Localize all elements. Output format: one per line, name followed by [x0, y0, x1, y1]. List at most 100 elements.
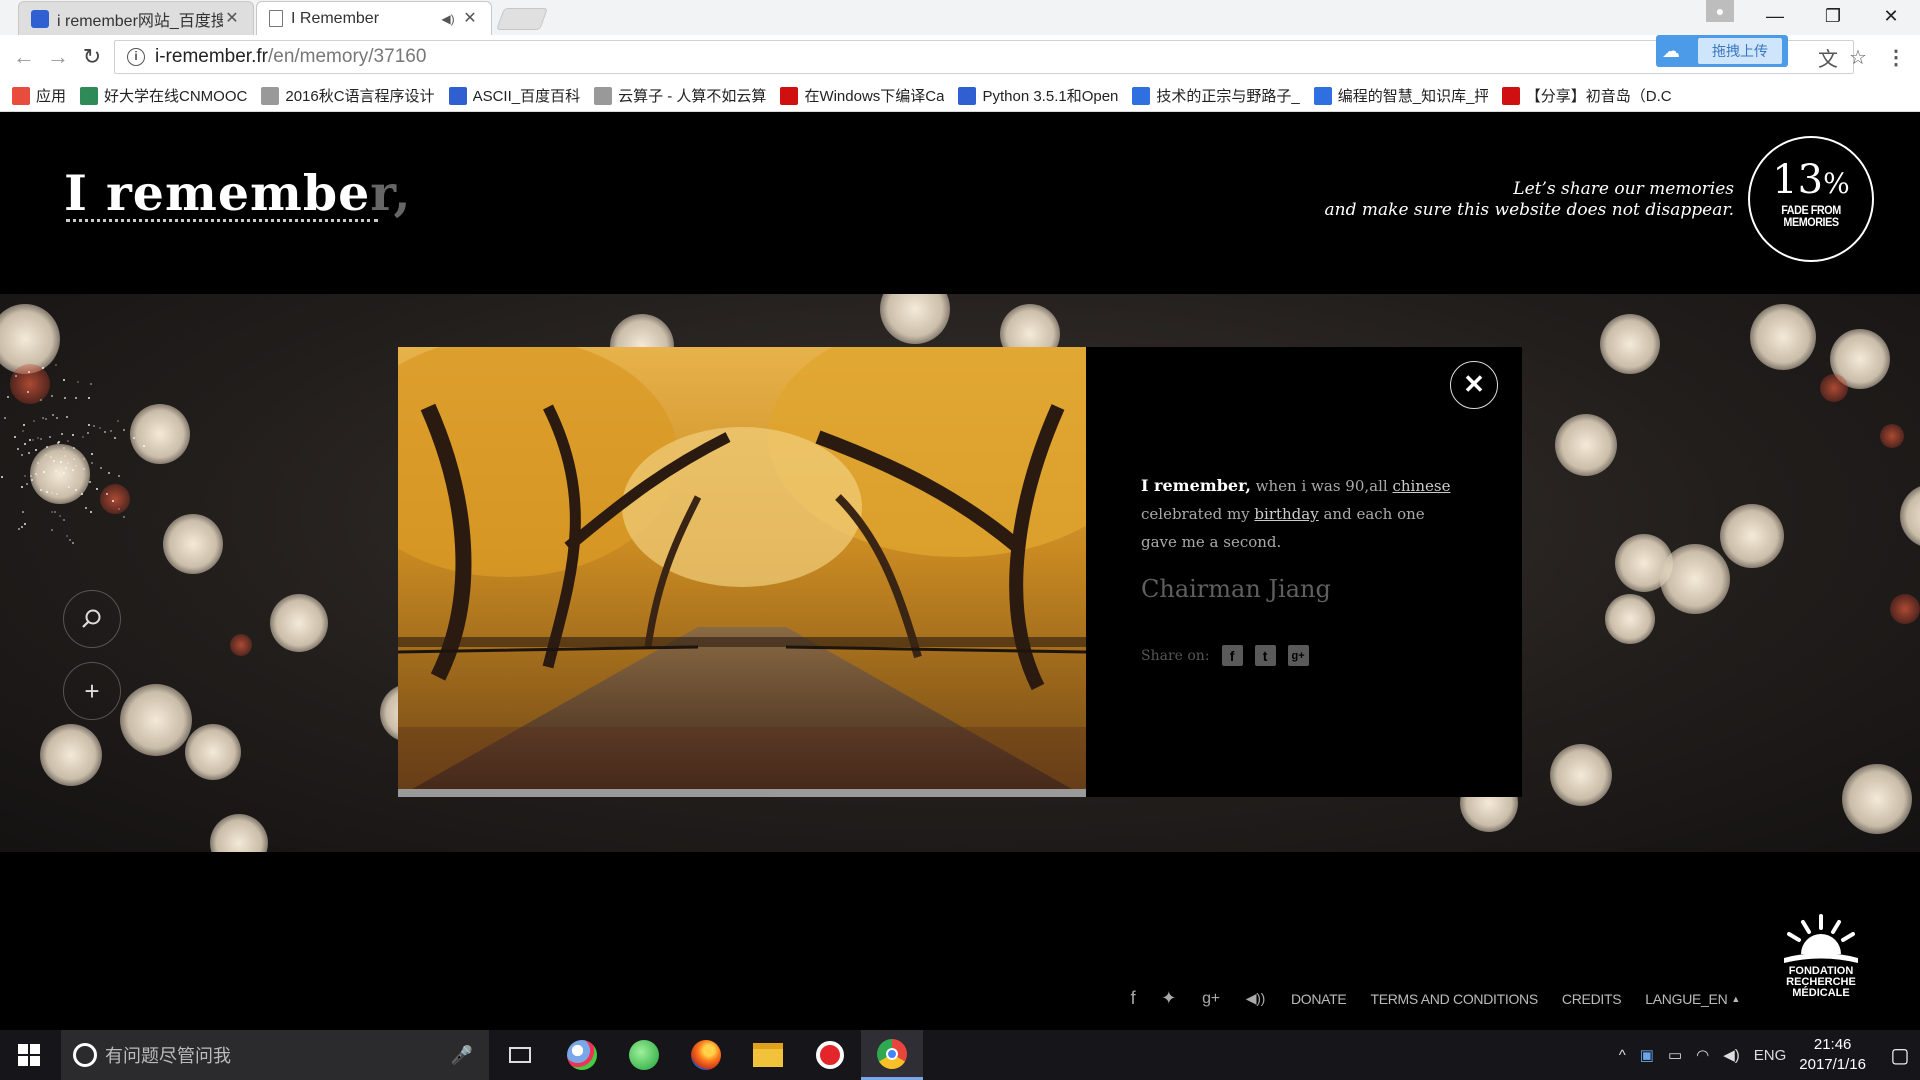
bookmark-item[interactable]: 技术的正宗与野路子_: [1132, 85, 1300, 106]
clock[interactable]: 21:46 2017/1/16: [1799, 1035, 1866, 1075]
close-tab-icon[interactable]: ✕: [223, 10, 241, 28]
sparkle: [26, 390, 29, 393]
speaker-icon[interactable]: ◀)): [1246, 990, 1266, 1007]
chevron-up-icon[interactable]: ^: [1619, 1047, 1626, 1064]
notification-icon[interactable]: ▢: [1880, 1030, 1920, 1080]
network-app-icon[interactable]: ▣: [1640, 1046, 1654, 1064]
twitter-icon[interactable]: ✦: [1161, 988, 1176, 1009]
search-icon: [82, 609, 101, 628]
netease-music-icon[interactable]: [799, 1030, 861, 1080]
restore-button[interactable]: ❐: [1804, 0, 1862, 32]
bokeh-orb: [100, 484, 130, 514]
googleplus-icon[interactable]: g+: [1202, 990, 1220, 1008]
bokeh-orb: [210, 814, 268, 852]
bokeh-orb: [1600, 314, 1660, 374]
paint-icon[interactable]: [551, 1030, 613, 1080]
tag-link-birthday[interactable]: birthday: [1254, 505, 1318, 523]
close-window-button[interactable]: ✕: [1862, 0, 1920, 32]
bookmark-item[interactable]: 【分享】初音岛（D.C: [1501, 85, 1672, 106]
minimize-button[interactable]: —: [1746, 0, 1804, 32]
sparkle: [22, 429, 25, 432]
bokeh-orb: [40, 724, 102, 786]
sparkle: [66, 461, 69, 464]
bokeh-orb: [10, 364, 50, 404]
new-tab-button[interactable]: [495, 8, 549, 30]
upload-badge[interactable]: ☁ 拖拽上传: [1656, 35, 1788, 67]
bookmark-item[interactable]: 云算子 - 人算不如云算: [594, 85, 766, 106]
search-button[interactable]: [63, 590, 121, 648]
chrome-icon[interactable]: [861, 1030, 923, 1080]
sparkle: [0, 475, 3, 478]
sparkle: [123, 515, 126, 518]
microphone-icon[interactable]: 🎤: [451, 1045, 473, 1066]
menu-icon[interactable]: ⋮: [1884, 45, 1908, 69]
back-button[interactable]: ←: [10, 43, 38, 71]
clock-date: 2017/1/16: [1799, 1056, 1866, 1073]
bookmark-item[interactable]: Python 3.5.1和Open: [958, 85, 1118, 106]
bookmark-label: 2016秋C语言程序设计: [285, 88, 435, 105]
memory-photo: [398, 347, 1086, 797]
forward-button[interactable]: →: [44, 43, 72, 71]
bookmark-item[interactable]: 应用: [12, 85, 66, 106]
donate-link[interactable]: DONATE: [1291, 991, 1347, 1007]
facebook-icon[interactable]: f: [1221, 645, 1243, 666]
tab-baidu-search[interactable]: i remember网站_百度搜 ✕: [18, 1, 254, 35]
address-path: /en/memory/37160: [267, 46, 427, 67]
volume-icon[interactable]: ◀): [1723, 1046, 1740, 1064]
twitter-icon[interactable]: t: [1254, 645, 1276, 666]
ime-indicator[interactable]: ENG: [1754, 1047, 1787, 1064]
add-memory-button[interactable]: +: [63, 662, 121, 720]
bokeh-orb: [1550, 744, 1612, 806]
tag-link-chinese[interactable]: chinese: [1392, 477, 1450, 495]
file-explorer-icon[interactable]: [737, 1030, 799, 1080]
browser-tabstrip: i remember网站_百度搜 ✕ I Remember ◀) ✕ ● — ❐…: [0, 0, 1920, 35]
sparkle: [55, 416, 58, 419]
sparkle: [110, 430, 113, 433]
sparkle: [117, 419, 120, 422]
star-icon[interactable]: ☆: [1846, 45, 1870, 69]
profile-icon[interactable]: ●: [1706, 0, 1734, 22]
sparkle: [83, 467, 86, 470]
windows-logo-icon: [18, 1044, 40, 1066]
task-view-icon[interactable]: [489, 1030, 551, 1080]
green-app-icon[interactable]: [613, 1030, 675, 1080]
logo-faded-text: r,: [370, 164, 412, 222]
caret-up-icon: ▲: [1731, 993, 1740, 1004]
wifi-icon[interactable]: ◠: [1696, 1046, 1709, 1064]
site-logo[interactable]: I remember,: [64, 164, 412, 222]
sparkle: [27, 451, 30, 454]
googleplus-icon[interactable]: g+: [1287, 645, 1309, 666]
frm-logo[interactable]: FONDATION RECHERCHE MÉDICALE: [1780, 914, 1862, 999]
sparkle: [26, 482, 29, 485]
system-tray: ^ ▣ ▭ ◠ ◀) ENG 21:46 2017/1/16 ▢: [1612, 1030, 1920, 1080]
bookmark-item[interactable]: 2016秋C语言程序设计: [261, 85, 435, 106]
sparkle: [18, 527, 21, 530]
bookmark-item[interactable]: 好大学在线CNMOOC: [80, 85, 247, 106]
battery-icon[interactable]: ▭: [1668, 1046, 1682, 1064]
language-selector[interactable]: LANGUE_EN: [1645, 991, 1727, 1007]
bokeh-orb: [130, 404, 190, 464]
address-bar[interactable]: i i-remember.fr/en/memory/37160: [114, 40, 1854, 74]
sparkle: [75, 396, 78, 399]
firefox-icon[interactable]: [675, 1030, 737, 1080]
terms-link[interactable]: TERMS AND CONDITIONS: [1370, 991, 1538, 1007]
facebook-icon[interactable]: f: [1131, 988, 1136, 1009]
reload-button[interactable]: ↻: [78, 43, 106, 71]
tab-i-remember[interactable]: I Remember ◀) ✕: [256, 1, 492, 35]
close-icon[interactable]: ✕: [1450, 361, 1498, 409]
info-icon[interactable]: i: [127, 48, 145, 66]
start-button[interactable]: [0, 1030, 58, 1080]
bookmark-item[interactable]: 编程的智慧_知识库_抨: [1313, 85, 1488, 106]
cortana-search[interactable]: 有问题尽管问我 🎤: [61, 1030, 489, 1080]
speaker-icon[interactable]: ◀): [439, 10, 457, 28]
close-tab-icon[interactable]: ✕: [461, 10, 479, 28]
bokeh-orb: [1820, 374, 1848, 402]
bookmark-item[interactable]: ASCII_百度百科: [448, 85, 580, 106]
sparkle: [29, 474, 32, 477]
bookmark-item[interactable]: 在Windows下编译Ca: [780, 85, 944, 106]
translate-icon[interactable]: 文: [1816, 45, 1840, 71]
credits-link[interactable]: CREDITS: [1562, 991, 1622, 1007]
address-host: i-remember.fr: [155, 46, 268, 67]
sparkle: [63, 518, 66, 521]
window-controls: — ❐ ✕: [1746, 0, 1920, 32]
